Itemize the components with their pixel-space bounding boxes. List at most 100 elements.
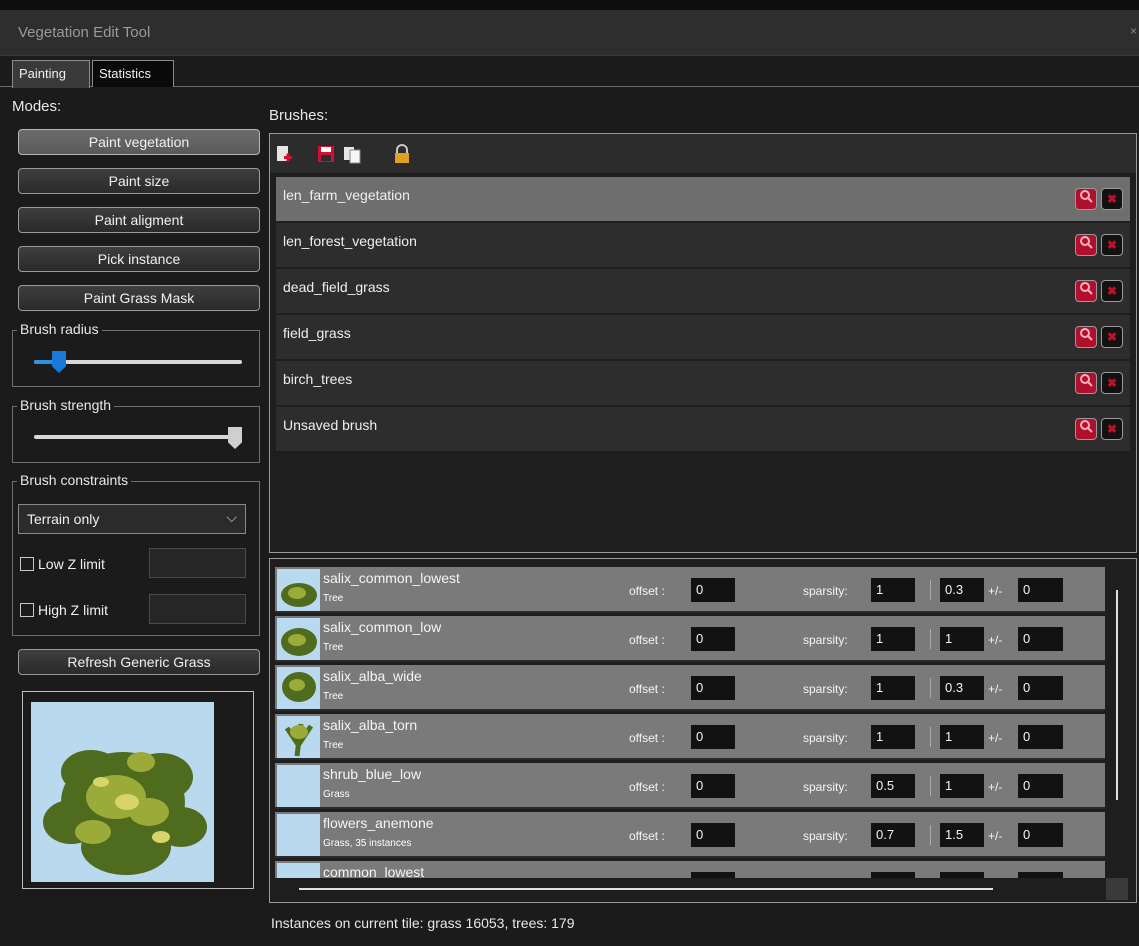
scale-input[interactable]: 1	[940, 774, 984, 798]
divider	[930, 678, 931, 698]
offset-input[interactable]: 0	[691, 578, 735, 602]
tab-statistics[interactable]: Statistics	[92, 60, 174, 87]
offset-input[interactable]: 0	[691, 823, 735, 847]
tab-painting[interactable]: Painting	[12, 60, 90, 88]
sparsity-input[interactable]: 1	[871, 578, 915, 602]
title-bar: Vegetation Edit Tool ×	[0, 10, 1139, 56]
low-z-checkbox-box[interactable]	[20, 557, 34, 571]
constraint-select[interactable]: Terrain only ⌵	[18, 504, 246, 534]
sparsity-input[interactable]: 1	[871, 627, 915, 651]
paint-grass-mask-button[interactable]: Paint Grass Mask	[18, 285, 260, 311]
variance-input[interactable]: 0	[1018, 578, 1063, 602]
new-brush-icon[interactable]	[274, 144, 296, 164]
instance-row[interactable]: flowers_anemone Grass, 35 instances offs…	[275, 812, 1105, 858]
save-brush-icon[interactable]	[316, 144, 338, 164]
instance-row[interactable]: salix_common_lowest Tree offset : 0 spar…	[275, 567, 1105, 613]
instance-name: flowers_anemone	[323, 815, 434, 831]
sparsity-label: sparsity:	[803, 633, 848, 647]
horizontal-scroll-thumb[interactable]	[299, 888, 993, 890]
sparsity-label: sparsity:	[803, 829, 848, 843]
scale-input[interactable]: 0.3	[940, 676, 984, 700]
variance-input[interactable]: 0	[1018, 725, 1063, 749]
delete-icon[interactable]: ✖	[1101, 326, 1123, 348]
brush-radius-group: Brush radius	[12, 321, 260, 387]
offset-label: offset :	[629, 731, 665, 745]
top-strip	[0, 0, 1139, 10]
magnify-icon[interactable]	[1075, 188, 1097, 210]
offset-input[interactable]: 0	[691, 774, 735, 798]
brush-row[interactable]: birch_trees ✖	[276, 361, 1130, 405]
instance-type: Grass	[323, 789, 350, 800]
offset-input[interactable]: 0	[691, 627, 735, 651]
brush-name: len_farm_vegetation	[283, 187, 410, 203]
copy-brush-icon[interactable]	[342, 144, 364, 164]
sparsity-input[interactable]: 1	[871, 725, 915, 749]
paint-size-button[interactable]: Paint size	[18, 168, 260, 194]
brush-row[interactable]: Unsaved brush ✖	[276, 407, 1130, 451]
magnify-icon[interactable]	[1075, 234, 1097, 256]
instance-name: salix_alba_torn	[323, 717, 418, 733]
scale-input[interactable]: 1	[940, 725, 984, 749]
delete-icon[interactable]: ✖	[1101, 234, 1123, 256]
vertical-scroll-thumb[interactable]	[1116, 590, 1118, 800]
paint-vegetation-button[interactable]: Paint vegetation	[18, 129, 260, 155]
variance-input[interactable]: 0	[1018, 676, 1063, 700]
pick-instance-button[interactable]: Pick instance	[18, 246, 260, 272]
delete-icon[interactable]: ✖	[1101, 418, 1123, 440]
instance-thumbnail	[277, 716, 320, 758]
plusminus-label: +/-	[988, 829, 1003, 843]
low-z-checkbox[interactable]: Low Z limit	[20, 556, 105, 572]
paint-aligment-button[interactable]: Paint aligment	[18, 207, 260, 233]
instance-row[interactable]: common_lowest	[275, 861, 1105, 878]
low-z-input[interactable]	[149, 548, 246, 578]
variance-input[interactable]: 0	[1018, 823, 1063, 847]
high-z-checkbox[interactable]: High Z limit	[20, 602, 108, 618]
horizontal-scrollbar[interactable]	[275, 878, 1105, 900]
brush-row[interactable]: dead_field_grass ✖	[276, 269, 1130, 313]
high-z-input[interactable]	[149, 594, 246, 624]
refresh-generic-grass-button[interactable]: Refresh Generic Grass	[18, 649, 260, 675]
divider	[930, 727, 931, 747]
window-title: Vegetation Edit Tool	[18, 24, 151, 41]
scale-input[interactable]: 1.5	[940, 823, 984, 847]
offset-input[interactable]: 0	[691, 725, 735, 749]
brush-row[interactable]: len_forest_vegetation ✖	[276, 223, 1130, 267]
instance-thumbnail	[277, 863, 320, 878]
lock-icon[interactable]	[392, 144, 414, 164]
brush-strength-track[interactable]	[34, 435, 242, 439]
status-text: Instances on current tile: grass 16053, …	[271, 915, 575, 931]
vertical-scrollbar[interactable]	[1106, 566, 1128, 886]
sparsity-label: sparsity:	[803, 780, 848, 794]
offset-input[interactable]: 0	[691, 676, 735, 700]
instance-row[interactable]: shrub_blue_low Grass offset : 0 sparsity…	[275, 763, 1105, 809]
brush-strength-label: Brush strength	[17, 397, 115, 413]
magnify-icon[interactable]	[1075, 418, 1097, 440]
brush-row[interactable]: len_farm_vegetation ✖	[276, 177, 1130, 221]
plusminus-label: +/-	[988, 780, 1003, 794]
high-z-checkbox-box[interactable]	[20, 603, 34, 617]
scale-input[interactable]: 0.3	[940, 578, 984, 602]
brush-row[interactable]: field_grass ✖	[276, 315, 1130, 359]
instance-row[interactable]: salix_alba_wide Tree offset : 0 sparsity…	[275, 665, 1105, 711]
sparsity-input[interactable]: 0.7	[871, 823, 915, 847]
magnify-icon[interactable]	[1075, 280, 1097, 302]
sparsity-input[interactable]: 0.5	[871, 774, 915, 798]
brush-name: field_grass	[283, 325, 351, 341]
scale-input[interactable]: 1	[940, 627, 984, 651]
brush-radius-label: Brush radius	[17, 321, 102, 337]
magnify-icon[interactable]	[1075, 326, 1097, 348]
instance-name: common_lowest	[323, 864, 425, 878]
delete-icon[interactable]: ✖	[1101, 372, 1123, 394]
delete-icon[interactable]: ✖	[1101, 188, 1123, 210]
magnify-icon[interactable]	[1075, 372, 1097, 394]
instance-type: Tree	[323, 593, 344, 604]
variance-input[interactable]: 0	[1018, 627, 1063, 651]
delete-icon[interactable]: ✖	[1101, 280, 1123, 302]
instance-thumbnail	[277, 569, 320, 611]
instance-row[interactable]: salix_common_low Tree offset : 0 sparsit…	[275, 616, 1105, 662]
brush-name: birch_trees	[283, 371, 353, 387]
variance-input[interactable]: 0	[1018, 774, 1063, 798]
close-icon[interactable]: ×	[1130, 24, 1137, 38]
instance-row[interactable]: salix_alba_torn Tree offset : 0 sparsity…	[275, 714, 1105, 760]
sparsity-input[interactable]: 1	[871, 676, 915, 700]
